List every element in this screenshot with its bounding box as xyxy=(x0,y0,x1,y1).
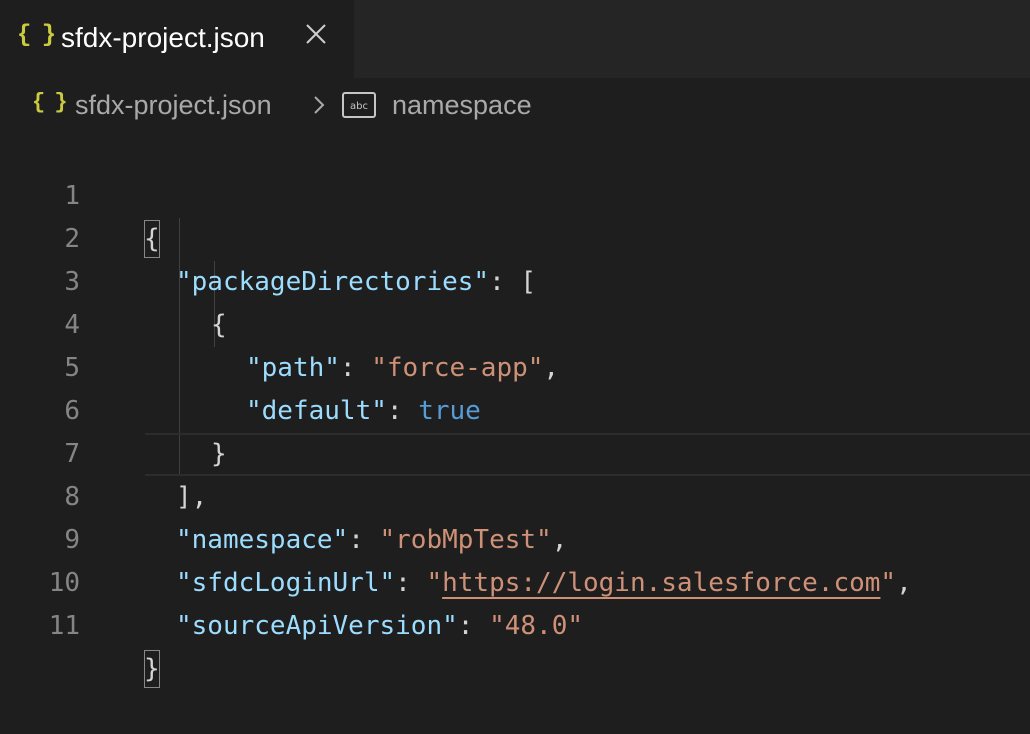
code-line: 6 } xyxy=(0,347,1030,469)
line-content: "sourceApiVersion": "48.0" xyxy=(176,605,583,648)
code-line: 4 "path": "force-app", xyxy=(0,261,1030,383)
chevron-right-icon xyxy=(314,96,325,114)
json-key: "sourceApiVersion" xyxy=(176,611,458,641)
tab-bar: { } sfdx-project.json xyxy=(0,0,1030,78)
string-symbol-icon: abc xyxy=(342,92,376,118)
code-line: 11 } xyxy=(0,562,1030,688)
code-line: 3 { xyxy=(0,218,1030,340)
code-line: 7 ], xyxy=(0,390,1030,512)
abc-text: abc xyxy=(350,101,368,112)
code-editor[interactable]: 1 { 2 "packageDirectories": [ 3 { 4 "pat… xyxy=(0,132,1030,688)
punct: : xyxy=(457,611,474,641)
code-line: 8 "namespace": "robMpTest", xyxy=(0,433,1030,555)
code-line: 2 "packageDirectories": [ xyxy=(0,175,1030,297)
code-line: 10 "sourceApiVersion": "48.0" xyxy=(0,519,1030,641)
breadcrumb: { } sfdx-project.json abc namespace xyxy=(0,80,1030,132)
code-line: 9 "sfdcLoginUrl": "https://login.salesfo… xyxy=(0,476,1030,598)
line-content: } xyxy=(144,648,160,691)
bracket: } xyxy=(144,650,160,688)
tab-sfdx-project-json[interactable]: { } sfdx-project.json xyxy=(0,0,354,78)
close-icon[interactable] xyxy=(302,20,330,48)
code-line: 5 "default": true xyxy=(0,304,1030,426)
json-string: "48.0" xyxy=(489,611,583,641)
tab-label: sfdx-project.json xyxy=(61,22,265,53)
breadcrumb-symbol[interactable]: namespace xyxy=(392,90,532,121)
json-file-icon: { } xyxy=(32,90,68,115)
code-line: 1 { xyxy=(0,132,1030,258)
line-number: 11 xyxy=(48,611,80,641)
json-file-icon: { } xyxy=(17,22,56,49)
breadcrumb-file[interactable]: sfdx-project.json xyxy=(75,90,272,121)
